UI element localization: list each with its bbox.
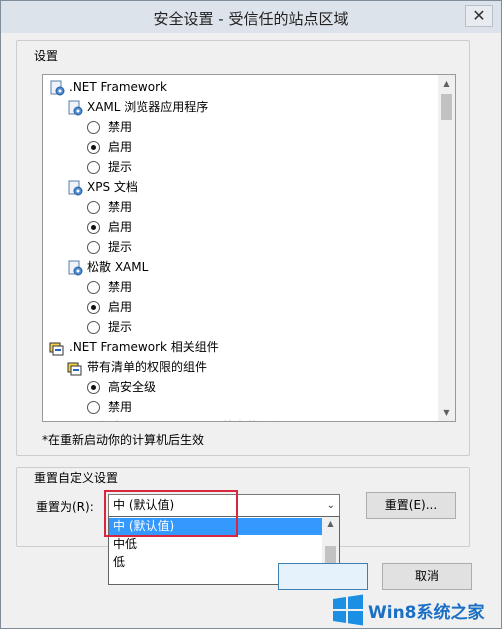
radio-button[interactable] — [87, 401, 100, 414]
settings-option-row[interactable]: 禁用 — [43, 397, 438, 417]
settings-option-row[interactable]: 提示 — [43, 317, 438, 337]
close-button[interactable]: ✕ — [465, 5, 493, 27]
watermark: Win8系统之家 — [332, 592, 500, 628]
settings-option-row[interactable]: 启用 — [43, 297, 438, 317]
radio-button[interactable] — [87, 221, 100, 234]
settings-scrollbar[interactable]: ▲ ▼ — [438, 75, 455, 421]
reset-to-label: 重置为(R): — [36, 500, 94, 514]
components-icon — [67, 360, 83, 376]
settings-item-label: 启用 — [108, 220, 133, 234]
radio-button[interactable] — [87, 281, 100, 294]
watermark-text: Win8系统之家 — [368, 603, 485, 623]
settings-item-label: 禁用 — [108, 120, 133, 134]
radio-button[interactable] — [87, 241, 100, 254]
radio-button[interactable] — [87, 201, 100, 214]
reset-button[interactable]: 重置(E)... — [366, 492, 456, 519]
settings-list-items: .NET Framework XAML 浏览器应用程序 禁用 启用 提示 XPS 文档 禁用… — [43, 77, 438, 422]
settings-page-icon — [67, 260, 83, 276]
settings-category-row: XAML 浏览器应用程序 — [43, 97, 438, 117]
radio-button[interactable] — [87, 161, 100, 174]
settings-category-row: XPS 文档 — [43, 177, 438, 197]
radio-button[interactable] — [87, 381, 100, 394]
settings-option-row[interactable]: 提示 — [43, 237, 438, 257]
settings-option-row[interactable]: 启用 — [43, 137, 438, 157]
dropdown-option-medium-low[interactable]: 中低 — [109, 536, 323, 553]
settings-item-label: 启用 — [108, 140, 133, 154]
settings-category-row: .NET Framework — [43, 77, 438, 97]
reset-level-select[interactable]: 中 (默认值) ⌄ — [108, 494, 340, 517]
reset-level-selected-value: 中 (默认值) — [113, 498, 175, 512]
settings-item-label: XPS 文档 — [87, 180, 138, 194]
components-icon — [49, 340, 65, 356]
settings-item-label: .NET Framework — [69, 80, 167, 94]
settings-item-label: 禁用 — [108, 200, 133, 214]
radio-button[interactable] — [87, 121, 100, 134]
settings-item-label: 禁用 — [108, 280, 133, 294]
restart-note: *在重新启动你的计算机后生效 — [42, 433, 205, 447]
settings-item-label: 运行未用 Authenticode 签名的组件 — [87, 420, 283, 421]
settings-group-label: 设置 — [34, 49, 59, 63]
settings-item-label: 松散 XAML — [87, 260, 149, 274]
settings-category-row: .NET Framework 相关组件 — [43, 337, 438, 357]
dropdown-option-medium-default[interactable]: 中 (默认值) — [109, 518, 323, 535]
settings-option-row[interactable]: 禁用 — [43, 197, 438, 217]
settings-option-row[interactable]: 启用 — [43, 217, 438, 237]
radio-button[interactable] — [87, 141, 100, 154]
settings-item-label: XAML 浏览器应用程序 — [87, 100, 209, 114]
dropdown-scroll-up-icon[interactable]: ▲ — [322, 517, 339, 531]
settings-option-row[interactable]: 禁用 — [43, 117, 438, 137]
components-icon — [67, 420, 83, 422]
settings-page-icon — [67, 180, 83, 196]
settings-item-label: .NET Framework 相关组件 — [69, 340, 219, 354]
scroll-down-icon[interactable]: ▼ — [438, 404, 455, 421]
settings-option-row[interactable]: 高安全级 — [43, 377, 438, 397]
cancel-button[interactable]: 取消 — [382, 563, 472, 590]
settings-page-icon — [67, 100, 83, 116]
settings-list[interactable]: .NET Framework XAML 浏览器应用程序 禁用 启用 提示 XPS 文档 禁用… — [42, 74, 456, 422]
settings-item-label: 提示 — [108, 160, 133, 174]
radio-button[interactable] — [87, 301, 100, 314]
windows-logo-icon — [333, 594, 363, 626]
window-title: 安全设置 - 受信任的站点区域 — [153, 10, 349, 28]
settings-item-label: 带有清单的权限的组件 — [87, 360, 208, 374]
settings-option-row[interactable]: 提示 — [43, 157, 438, 177]
settings-item-label: 禁用 — [108, 400, 133, 414]
dotnet-gear-icon — [49, 80, 65, 96]
title-bar: 安全设置 - 受信任的站点区域 ✕ — [1, 1, 501, 33]
settings-item-label: 提示 — [108, 320, 133, 334]
reset-custom-group-label: 重置自定义设置 — [34, 471, 119, 485]
settings-category-row: 松散 XAML — [43, 257, 438, 277]
settings-item-label: 启用 — [108, 300, 133, 314]
scroll-up-icon[interactable]: ▲ — [438, 75, 455, 92]
scroll-thumb[interactable] — [441, 94, 452, 120]
radio-button[interactable] — [87, 321, 100, 334]
settings-category-row: 带有清单的权限的组件 — [43, 357, 438, 377]
settings-item-label: 提示 — [108, 240, 133, 254]
ok-button[interactable] — [278, 563, 368, 590]
settings-category-row: 运行未用 Authenticode 签名的组件 — [43, 417, 438, 422]
settings-option-row[interactable]: 禁用 — [43, 277, 438, 297]
chevron-down-icon[interactable]: ⌄ — [327, 495, 335, 516]
settings-item-label: 高安全级 — [108, 380, 157, 394]
